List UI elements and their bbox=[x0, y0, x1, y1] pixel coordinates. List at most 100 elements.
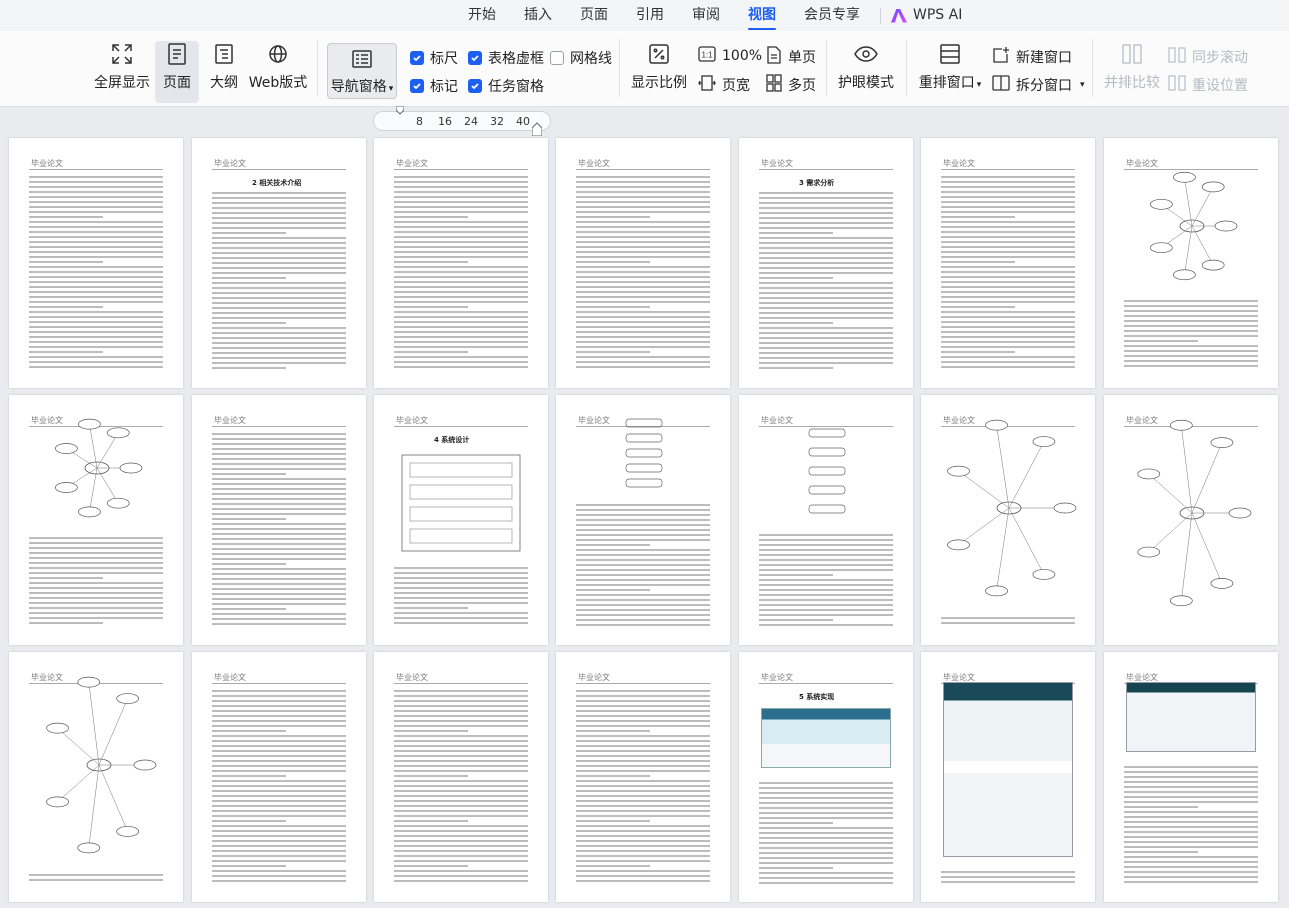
text-line bbox=[394, 835, 528, 837]
wps-ai-button[interactable]: WPS AI bbox=[891, 0, 962, 31]
text-line bbox=[394, 805, 528, 807]
reset-position-button[interactable]: 重设位置 bbox=[1168, 74, 1248, 96]
rearrange-window-button[interactable]: 重排窗口 ▾ bbox=[916, 31, 984, 92]
text-line bbox=[576, 321, 710, 323]
page-thumbnail[interactable]: 毕业论文 5 系统实现 bbox=[739, 652, 913, 902]
zoom-100-button[interactable]: 1:1 100% bbox=[698, 46, 762, 66]
side-by-side-button[interactable]: 并排比较 bbox=[1102, 31, 1162, 92]
menu-review[interactable]: 审阅 bbox=[692, 0, 720, 31]
text-line bbox=[759, 544, 893, 546]
page-thumbnail[interactable]: 毕业论文 2 相关技术介绍 bbox=[192, 138, 366, 388]
text-line bbox=[394, 301, 528, 303]
page-thumbnail[interactable]: 毕业论文 bbox=[374, 138, 548, 388]
page-thumbnail[interactable]: 毕业论文 bbox=[739, 395, 913, 645]
document-pages-area[interactable]: 毕业论文 毕业论文 2 相关技术介绍 毕业论文 毕业论文 毕业论文 3 需求分析 毕业论文 毕业… bbox=[0, 131, 1289, 908]
view-ribbon: 全屏显示 页面 大纲 Web版式 导航窗格 ▾ 标尺 表格虚框 网格线 标记 任… bbox=[0, 31, 1289, 107]
text-line bbox=[576, 730, 650, 732]
text-line bbox=[576, 316, 710, 318]
page-view-button[interactable]: 页面 bbox=[155, 41, 199, 103]
ribbon-divider bbox=[317, 39, 318, 97]
text-line bbox=[576, 296, 710, 298]
text-line bbox=[212, 755, 346, 757]
web-layout-button[interactable]: Web版式 bbox=[249, 31, 307, 92]
text-line bbox=[394, 745, 528, 747]
zoom-slider[interactable]: 8 16 24 32 40 bbox=[373, 106, 551, 136]
page-thumbnail[interactable]: 毕业论文 4 系统设计 bbox=[374, 395, 548, 645]
text-line bbox=[212, 543, 346, 545]
split-window-button[interactable]: 拆分窗口 ▾ bbox=[992, 74, 1085, 96]
menu-member[interactable]: 会员专享 bbox=[804, 0, 860, 31]
page-thumbnail[interactable]: 毕业论文 bbox=[1104, 138, 1278, 388]
page-thumbnail[interactable]: 毕业论文 bbox=[9, 138, 183, 388]
page-text-block bbox=[941, 176, 1075, 376]
text-line bbox=[576, 840, 710, 842]
text-line bbox=[941, 266, 1075, 268]
page-header: 毕业论文 bbox=[578, 159, 610, 168]
text-line bbox=[576, 256, 710, 258]
page-thumbnail[interactable]: 毕业论文 bbox=[921, 652, 1095, 902]
text-line bbox=[212, 232, 286, 234]
text-line bbox=[576, 790, 710, 792]
text-line bbox=[212, 468, 346, 470]
outline-view-button[interactable]: 大纲 bbox=[206, 31, 242, 92]
marks-checkbox[interactable]: 标记 bbox=[410, 76, 458, 96]
page-thumbnail[interactable]: 毕业论文 bbox=[1104, 395, 1278, 645]
page-thumbnail[interactable]: 毕业论文 bbox=[9, 652, 183, 902]
sync-scroll-button[interactable]: 同步滚动 bbox=[1168, 46, 1248, 68]
page-width-button[interactable]: 页宽 bbox=[698, 74, 750, 96]
menu-insert[interactable]: 插入 bbox=[524, 0, 552, 31]
fullscreen-button[interactable]: 全屏显示 bbox=[94, 31, 150, 92]
text-line bbox=[394, 221, 528, 223]
page-thumbnail[interactable]: 毕业论文 bbox=[374, 652, 548, 902]
text-line bbox=[212, 880, 346, 882]
page-thumbnail[interactable]: 毕业论文 bbox=[192, 652, 366, 902]
gridlines-checkbox[interactable]: 网格线 bbox=[550, 48, 612, 68]
page-thumbnail[interactable]: 毕业论文 bbox=[556, 138, 730, 388]
text-line bbox=[576, 880, 710, 882]
text-line bbox=[212, 785, 346, 787]
text-line bbox=[212, 332, 346, 334]
multi-page-button[interactable]: 多页 bbox=[766, 74, 816, 96]
text-line bbox=[941, 316, 1075, 318]
page-thumbnail[interactable]: 毕业论文 3 需求分析 bbox=[739, 138, 913, 388]
menu-reference[interactable]: 引用 bbox=[636, 0, 664, 31]
reset-position-icon bbox=[1168, 74, 1186, 96]
table-grid-checkbox[interactable]: 表格虚框 bbox=[468, 48, 544, 68]
page-thumbnail[interactable]: 毕业论文 bbox=[556, 395, 730, 645]
page-thumbnail[interactable]: 毕业论文 bbox=[921, 138, 1095, 388]
split-window-icon bbox=[992, 74, 1010, 96]
ruler-checkbox[interactable]: 标尺 bbox=[410, 48, 458, 68]
text-line bbox=[29, 231, 163, 233]
text-line bbox=[212, 367, 286, 369]
eye-mode-button[interactable]: 护眼模式 bbox=[836, 31, 896, 92]
page-thumbnail[interactable]: 毕业论文 bbox=[9, 395, 183, 645]
single-page-button[interactable]: 单页 bbox=[766, 46, 816, 68]
gridlines-label: 网格线 bbox=[570, 51, 612, 67]
rearrange-window-label-wrap: 重排窗口 ▾ bbox=[919, 72, 982, 92]
page-thumbnail[interactable]: 毕业论文 bbox=[192, 395, 366, 645]
page-header: 毕业论文 bbox=[31, 159, 63, 168]
zoom-ratio-button[interactable]: 显示比例 bbox=[630, 31, 688, 92]
text-line bbox=[576, 276, 710, 278]
menu-page[interactable]: 页面 bbox=[580, 0, 608, 31]
zoom-100-label: 100% bbox=[722, 48, 763, 64]
menu-view[interactable]: 视图 bbox=[748, 0, 776, 31]
page-thumbnail[interactable]: 毕业论文 bbox=[1104, 652, 1278, 902]
text-line bbox=[29, 547, 163, 549]
text-line bbox=[394, 870, 528, 872]
text-line bbox=[394, 785, 528, 787]
text-line bbox=[576, 519, 710, 521]
text-line bbox=[29, 562, 163, 564]
page-thumbnail[interactable]: 毕业论文 bbox=[921, 395, 1095, 645]
nav-pane-button[interactable]: 导航窗格 ▾ bbox=[327, 43, 397, 99]
menu-start[interactable]: 开始 bbox=[468, 0, 496, 31]
text-line bbox=[759, 782, 893, 784]
page-thumbnail[interactable]: 毕业论文 bbox=[556, 652, 730, 902]
text-line bbox=[212, 700, 346, 702]
new-window-button[interactable]: 新建窗口 bbox=[992, 46, 1072, 68]
page-text-block bbox=[941, 871, 1075, 890]
text-line bbox=[576, 750, 710, 752]
task-pane-checkbox[interactable]: 任务窗格 bbox=[468, 76, 544, 96]
chapter-title: 2 相关技术介绍 bbox=[252, 179, 302, 187]
text-line bbox=[1124, 776, 1258, 778]
